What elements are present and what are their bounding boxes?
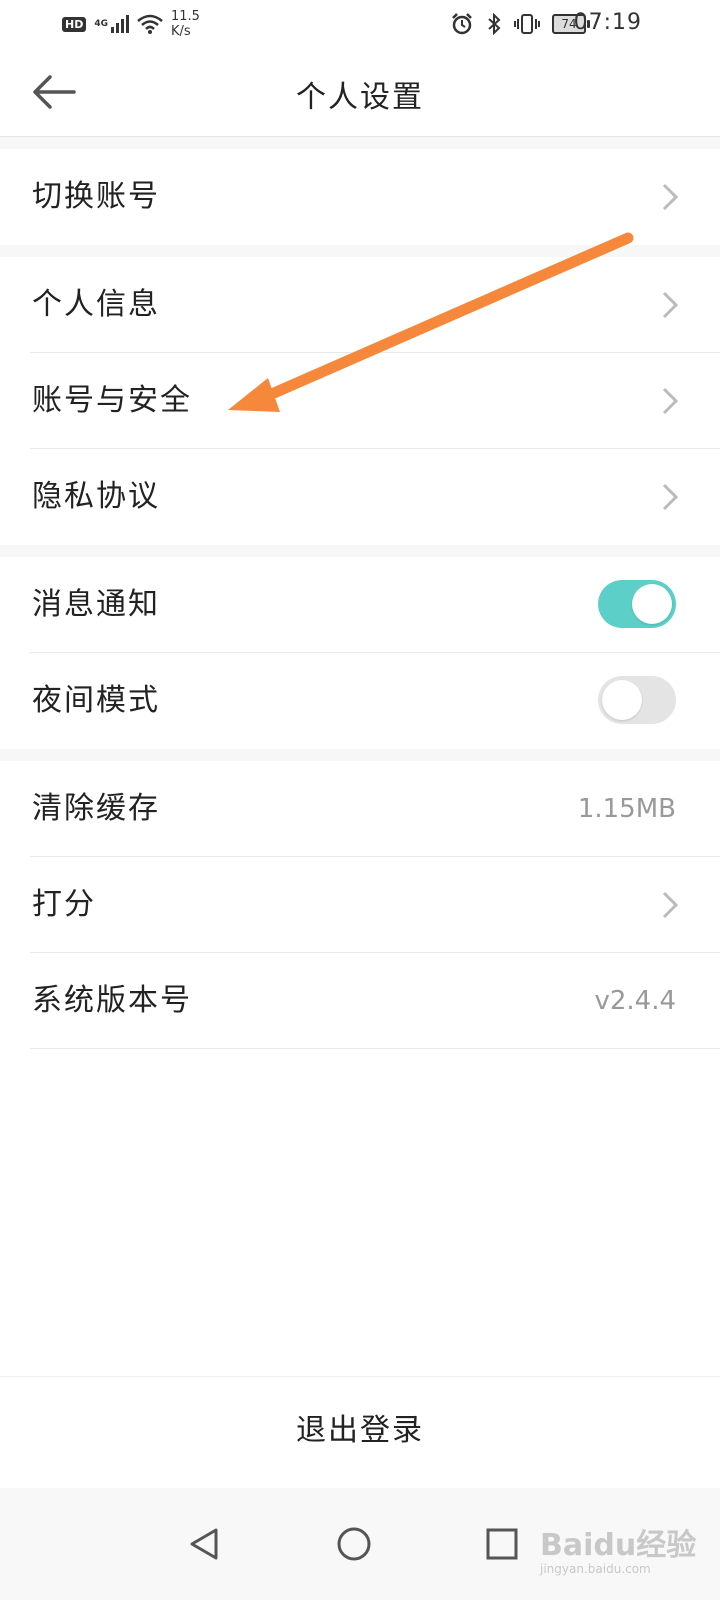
row-label: 系统版本号 <box>32 983 192 1018</box>
toggle-knob <box>602 680 642 720</box>
row-personal-info[interactable]: 个人信息 <box>0 257 720 353</box>
row-night-mode: 夜间模式 <box>0 653 720 749</box>
page-title: 个人设置 <box>296 80 424 115</box>
row-switch-account[interactable]: 切换账号 <box>0 149 720 245</box>
hd-badge: HD <box>62 16 87 32</box>
app-header: 个人设置 <box>0 48 720 137</box>
speed-unit: K/s <box>171 24 191 39</box>
watermark-sub: jingyan.baidu.com <box>540 1562 651 1576</box>
row-version: 系统版本号 v2.4.4 <box>0 953 720 1049</box>
row-clear-cache[interactable]: 清除缓存 1.15MB <box>0 761 720 857</box>
bluetooth-icon <box>488 12 501 36</box>
signal-icon <box>111 15 129 33</box>
row-label: 账号与安全 <box>32 383 192 418</box>
row-rate[interactable]: 打分 <box>0 857 720 953</box>
network-indicator: 4G <box>94 15 129 33</box>
chevron-right-icon <box>662 291 679 319</box>
row-label: 消息通知 <box>32 587 160 622</box>
row-label: 打分 <box>32 887 96 922</box>
section-gap <box>0 137 720 149</box>
row-label: 切换账号 <box>32 179 160 214</box>
chevron-right-icon <box>662 891 679 919</box>
status-left: HD 4G 11.5 K/s <box>62 8 200 40</box>
clock: 07:19 <box>573 10 642 35</box>
night-mode-toggle[interactable] <box>598 676 676 724</box>
row-label: 隐私协议 <box>32 479 160 514</box>
row-label: 清除缓存 <box>32 791 160 826</box>
status-bar: HD 4G 11.5 K/s 74 07:19 <box>0 0 720 48</box>
logout-area: 退出登录 <box>0 1376 720 1489</box>
row-privacy[interactable]: 隐私协议 <box>0 449 720 545</box>
status-right: 74 <box>450 12 590 36</box>
watermark: Baidu经验 jingyan.baidu.com <box>540 1500 710 1588</box>
notifications-toggle[interactable] <box>598 580 676 628</box>
section-gap <box>0 545 720 557</box>
section-gap <box>0 749 720 761</box>
cache-size: 1.15MB <box>577 794 676 824</box>
logout-button[interactable]: 退出登录 <box>0 1405 720 1449</box>
chevron-right-icon <box>662 387 679 415</box>
row-notifications: 消息通知 <box>0 557 720 653</box>
nav-back-icon[interactable] <box>184 1524 224 1564</box>
navigation-bar: Baidu经验 jingyan.baidu.com <box>0 1488 720 1600</box>
nav-recent-icon[interactable] <box>482 1524 522 1564</box>
vibrate-icon <box>514 14 540 34</box>
network-speed: 11.5 K/s <box>171 9 200 39</box>
section-gap <box>0 245 720 257</box>
alarm-icon <box>452 13 472 35</box>
version-value: v2.4.4 <box>594 986 676 1016</box>
chevron-right-icon <box>662 483 679 511</box>
network-type: 4G <box>94 18 108 29</box>
chevron-right-icon <box>662 183 679 211</box>
divider <box>30 1048 720 1049</box>
nav-home-icon[interactable] <box>334 1524 374 1564</box>
row-label: 个人信息 <box>32 287 160 322</box>
row-account-security[interactable]: 账号与安全 <box>0 353 720 449</box>
toggle-knob <box>632 584 672 624</box>
speed-value: 11.5 <box>171 9 200 24</box>
watermark-main: Baidu经验 <box>540 1528 697 1563</box>
row-label: 夜间模式 <box>32 683 160 718</box>
wifi-icon <box>137 14 163 34</box>
